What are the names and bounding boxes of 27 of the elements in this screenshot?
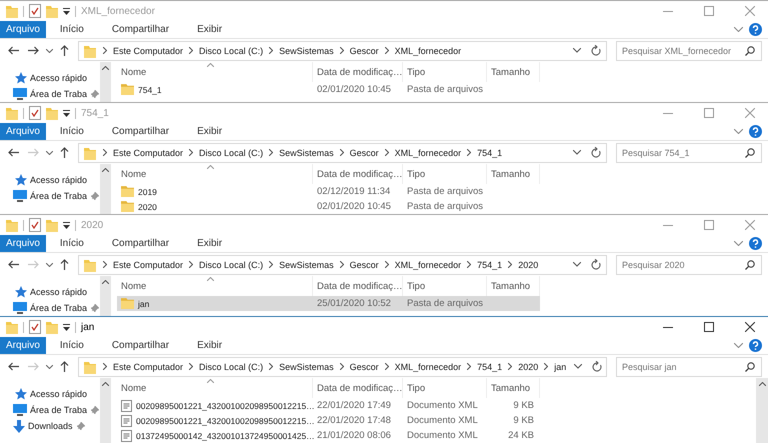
breadcrumb-item[interactable]: Disco Local (C:): [199, 362, 264, 372]
ribbon-tab[interactable]: Compartilhar: [98, 337, 184, 354]
window-title: XML_fornecedor: [81, 6, 155, 16]
sidebar-item[interactable]: Acesso rápido: [0, 386, 100, 402]
search-field[interactable]: Pesquisar jan: [616, 356, 762, 376]
breadcrumb-item[interactable]: SewSistemas: [279, 362, 334, 372]
breadcrumb-item[interactable]: 2020: [518, 362, 538, 372]
column-header[interactable]: Tipo: [403, 378, 487, 398]
window-title: 754_1: [81, 108, 109, 118]
column-header[interactable]: Tamanho: [487, 378, 540, 398]
column-header[interactable]: Data de modificaç…: [313, 378, 403, 398]
breadcrumb-item[interactable]: 754_1: [477, 362, 502, 372]
file-row[interactable]: 00209895001221_432001002098950012215… 22/01/2020 17:48 Documento XML 9 KB: [117, 413, 540, 428]
column-header[interactable]: Nome: [117, 378, 313, 398]
file-row[interactable]: 01372495000142_432001013724950001425… 21/01/2020 08:06 Documento XML 24 KB: [117, 428, 540, 443]
sidebar-item[interactable]: Downloads: [0, 418, 100, 434]
ribbon-tab[interactable]: Exibir: [183, 337, 236, 354]
breadcrumb-item[interactable]: jan: [554, 362, 566, 372]
window-title: jan: [81, 322, 94, 332]
breadcrumb-item[interactable]: XML_fornecedor: [394, 362, 462, 372]
file-row[interactable]: 00209895001221_432001002098950012215… 22/01/2020 17:49 Documento XML 9 KB: [117, 398, 540, 413]
window-title: 2020: [81, 220, 104, 230]
ribbon-tab[interactable]: Início: [46, 337, 98, 354]
sidebar-item[interactable]: Área de Traba: [0, 402, 100, 418]
address-bar[interactable]: Este Computador Disco Local (C:) SewSistemas Gescor XML_fornecedor 754_1 2020 jan: [78, 356, 607, 376]
breadcrumb-item[interactable]: Gescor: [350, 362, 379, 372]
breadcrumb-item[interactable]: Este Computador: [113, 362, 184, 372]
